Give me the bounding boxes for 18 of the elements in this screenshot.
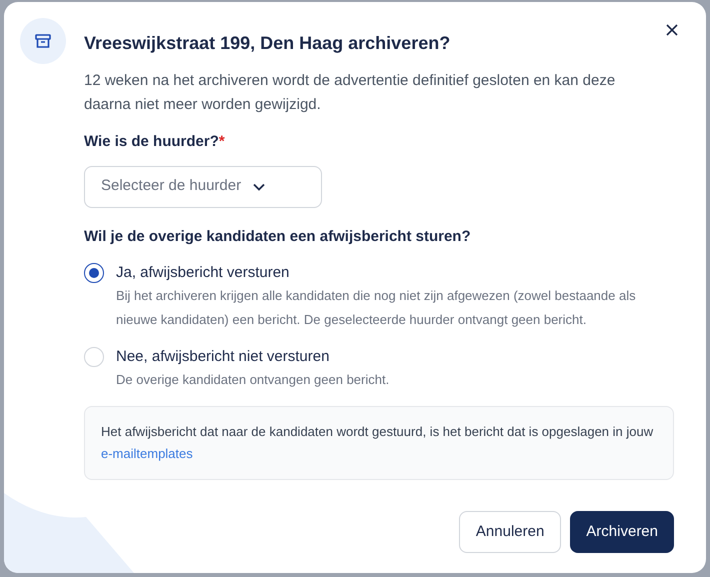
option-label: Nee, afwijsbericht niet versturen bbox=[116, 347, 330, 367]
dialog-title: Vreeswijkstraat 199, Den Haag archiveren? bbox=[84, 32, 450, 55]
templates-link[interactable]: e-mailtemplates bbox=[101, 446, 193, 461]
close-icon bbox=[666, 24, 678, 36]
tenant-select[interactable]: Selecteer de huurder bbox=[84, 166, 322, 208]
required-mark: * bbox=[218, 132, 225, 152]
option-description: De overige kandidaten ontvangen geen bericht. bbox=[116, 371, 390, 389]
dialog-description: 12 weken na het archiveren wordt de advertentie definitief gesloten en kan deze daarna niet meer worden gewijzigd. bbox=[84, 71, 616, 115]
radio-button[interactable] bbox=[84, 263, 104, 283]
question-label: Wil je de overige kandidaten een afwijsbericht sturen? bbox=[84, 226, 472, 246]
cancel-button[interactable]: Annuleren bbox=[458, 511, 562, 553]
archive-icon bbox=[35, 33, 51, 49]
option-label: Ja, afwijsbericht versturen bbox=[116, 263, 290, 283]
archive-button[interactable]: Archiveren bbox=[570, 511, 674, 553]
info-text: Het afwijsbericht dat naar de kandidaten wordt gestuurd, is het bericht dat is opgeslagen in jouw e-mailtemplates bbox=[101, 423, 654, 463]
field-label: Wie is de huurder? bbox=[84, 132, 219, 152]
chevron-down-icon bbox=[253, 182, 266, 190]
option-description: Bij het archiveren krijgen alle kandidaten die nog niet zijn afgewezen (zowel bestaande als nieuwe kandidaten) een bericht. De geselecteerde huurder ontvangt geen bericht. bbox=[116, 287, 637, 329]
